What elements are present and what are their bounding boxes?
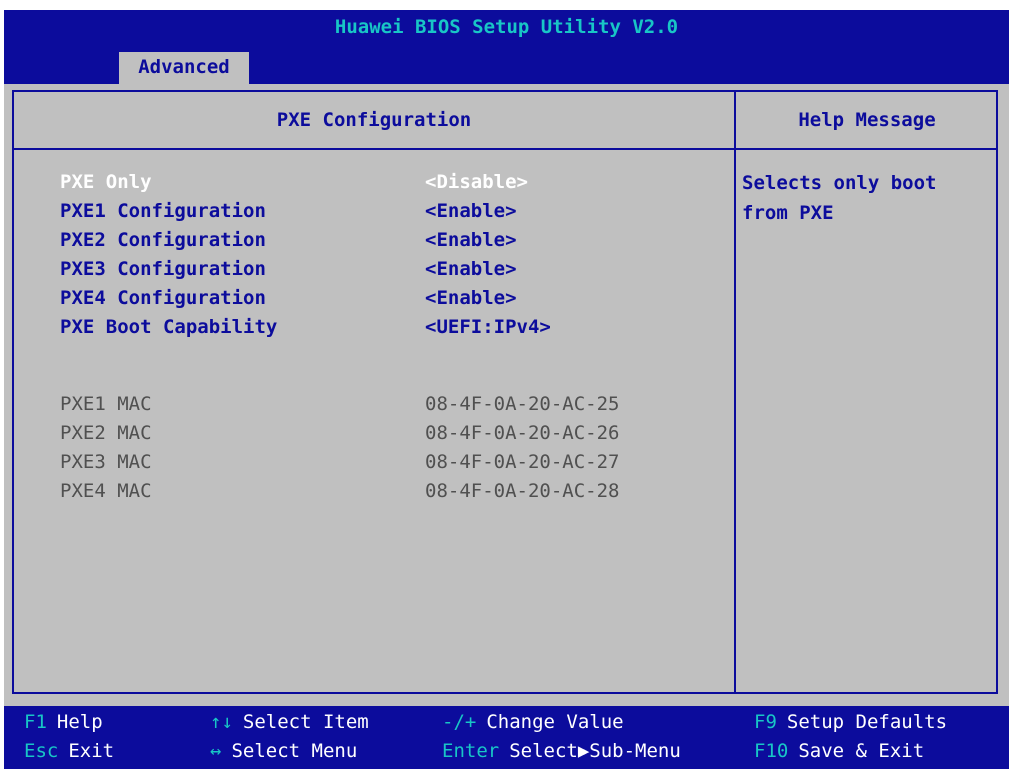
setting-value[interactable]: <Enable> [425,226,517,255]
mac-label: PXE3 MAC [60,451,152,473]
help-message: Selects only boot from PXE [742,172,937,224]
plus-minus-key: -/+ [442,711,477,733]
header-divider [14,148,996,150]
key-select-menu-desc: Select Menu [231,740,358,762]
page-title: PXE Configuration [276,109,472,131]
mac-value: 08-4F-0A-20-AC-26 [425,422,620,444]
key-change-value: -/+ Change Value [442,707,624,737]
mac-value: 08-4F-0A-20-AC-27 [425,451,620,473]
setting-label: PXE Only [60,171,152,193]
key-legend: F1 Help Esc Exit ↑↓ Select Item ↔ Select Men… [4,706,1009,769]
setting-label: PXE2 Configuration [60,229,266,251]
bios-title: Huawei BIOS Setup Utility V2.0 [334,16,679,38]
key-save-exit: F10 Save & Exit [754,736,924,766]
mac-label: PXE1 MAC [60,393,152,415]
f9-key: F9 [754,711,777,733]
setting-label: PXE Boot Capability [60,316,278,338]
key-setup-defaults-desc: Setup Defaults [786,711,948,733]
key-help-desc: Help [56,711,103,733]
key-help: F1 Help [24,707,103,737]
setting-label: PXE4 Configuration [60,287,266,309]
help-title: Help Message [798,109,936,131]
left-right-arrow-icon: ↔ [210,740,222,762]
setting-value[interactable]: <Enable> [425,197,517,226]
setting-value[interactable]: <Disable> [425,168,528,197]
setting-label: PXE1 Configuration [60,200,266,222]
setting-value[interactable]: <Enable> [425,255,517,284]
esc-key: Esc [24,740,59,762]
mac-value: 08-4F-0A-20-AC-25 [425,393,620,415]
setting-value[interactable]: <Enable> [425,284,517,313]
key-exit-desc: Exit [68,740,115,762]
panel-frame: PXE Configuration Help Message PXE Only … [12,90,998,694]
key-exit: Esc Exit [24,736,114,766]
mac-label: PXE2 MAC [60,422,152,444]
bios-screen: Huawei BIOS Setup Utility V2.0 Advanced … [4,10,1009,769]
f10-key: F10 [754,740,789,762]
key-select-item-desc: Select Item [242,711,369,733]
mac-label: PXE4 MAC [60,480,152,502]
key-save-exit-desc: Save & Exit [798,740,925,762]
help-divider [734,92,736,692]
f1-key: F1 [24,711,47,733]
setup-panel: PXE Configuration Help Message PXE Only … [4,84,1009,706]
enter-key: Enter [442,740,500,762]
key-sub-menu-desc: Select▶Sub-Menu [509,740,681,762]
setting-value[interactable]: <UEFI:IPv4> [425,313,551,342]
up-down-arrow-icon: ↑↓ [210,711,233,733]
mac-value: 08-4F-0A-20-AC-28 [425,480,620,502]
key-setup-defaults: F9 Setup Defaults [754,707,947,737]
tab-advanced[interactable]: Advanced [119,52,249,84]
key-select-item: ↑↓ Select Item [210,707,369,737]
key-change-value-desc: Change Value [486,711,624,733]
key-select-menu: ↔ Select Menu [210,736,357,766]
key-sub-menu: Enter Select▶Sub-Menu [442,736,681,766]
setting-label: PXE3 Configuration [60,258,266,280]
